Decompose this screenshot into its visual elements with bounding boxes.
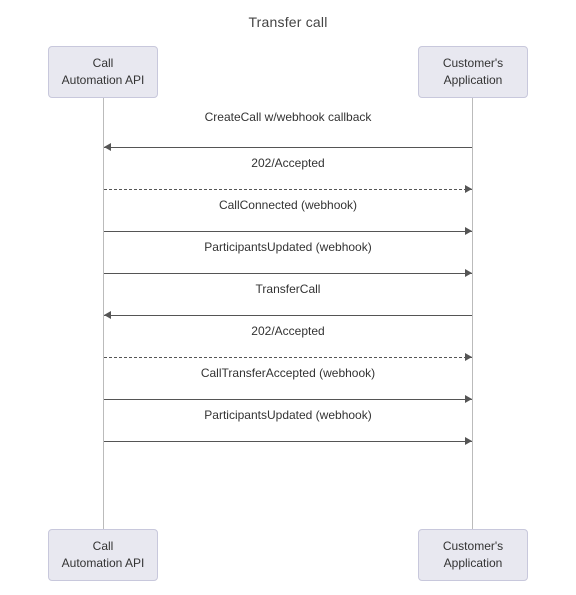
message-arrow-2 (104, 189, 472, 190)
message-arrow-4 (104, 273, 472, 274)
message-label-6: 202/Accepted (251, 324, 324, 338)
message-arrow-1 (104, 147, 472, 148)
message-row-1: CreateCall w/webhook callback (48, 108, 528, 154)
message-label-3: CallConnected (webhook) (219, 198, 357, 212)
bottom-right-actor: Customer'sApplication (418, 529, 528, 581)
message-label-8: ParticipantsUpdated (webhook) (204, 408, 371, 422)
bottom-right-actor-label: Customer'sApplication (443, 538, 503, 572)
message-label-2: 202/Accepted (251, 156, 324, 170)
message-arrow-5 (104, 315, 472, 316)
top-actors-row: CallAutomation API Customer'sApplication (48, 46, 528, 98)
messages-container: CreateCall w/webhook callback 202/Accept… (48, 98, 528, 448)
message-row-3: CallConnected (webhook) (48, 196, 528, 238)
message-label-7: CallTransferAccepted (webhook) (201, 366, 375, 380)
top-left-actor-label: CallAutomation API (62, 55, 145, 89)
top-right-actor-label: Customer'sApplication (443, 55, 503, 89)
message-arrow-3 (104, 231, 472, 232)
message-arrow-7 (104, 399, 472, 400)
sequence-area: CreateCall w/webhook callback 202/Accept… (48, 98, 528, 529)
diagram-title: Transfer call (248, 14, 327, 30)
message-row-5: TransferCall (48, 280, 528, 322)
bottom-left-actor-label: CallAutomation API (62, 538, 145, 572)
message-row-7: CallTransferAccepted (webhook) (48, 364, 528, 406)
message-row-4: ParticipantsUpdated (webhook) (48, 238, 528, 280)
message-row-8: ParticipantsUpdated (webhook) (48, 406, 528, 448)
message-arrow-6 (104, 357, 472, 358)
message-arrow-8 (104, 441, 472, 442)
message-label-1: CreateCall w/webhook callback (205, 110, 372, 124)
bottom-left-actor: CallAutomation API (48, 529, 158, 581)
diagram-container: Transfer call CallAutomation API Custome… (0, 0, 576, 595)
message-label-5: TransferCall (256, 282, 321, 296)
top-right-actor: Customer'sApplication (418, 46, 528, 98)
message-row-2: 202/Accepted (48, 154, 528, 196)
bottom-actors-row: CallAutomation API Customer'sApplication (48, 529, 528, 581)
message-row-6: 202/Accepted (48, 322, 528, 364)
message-label-4: ParticipantsUpdated (webhook) (204, 240, 371, 254)
top-left-actor: CallAutomation API (48, 46, 158, 98)
